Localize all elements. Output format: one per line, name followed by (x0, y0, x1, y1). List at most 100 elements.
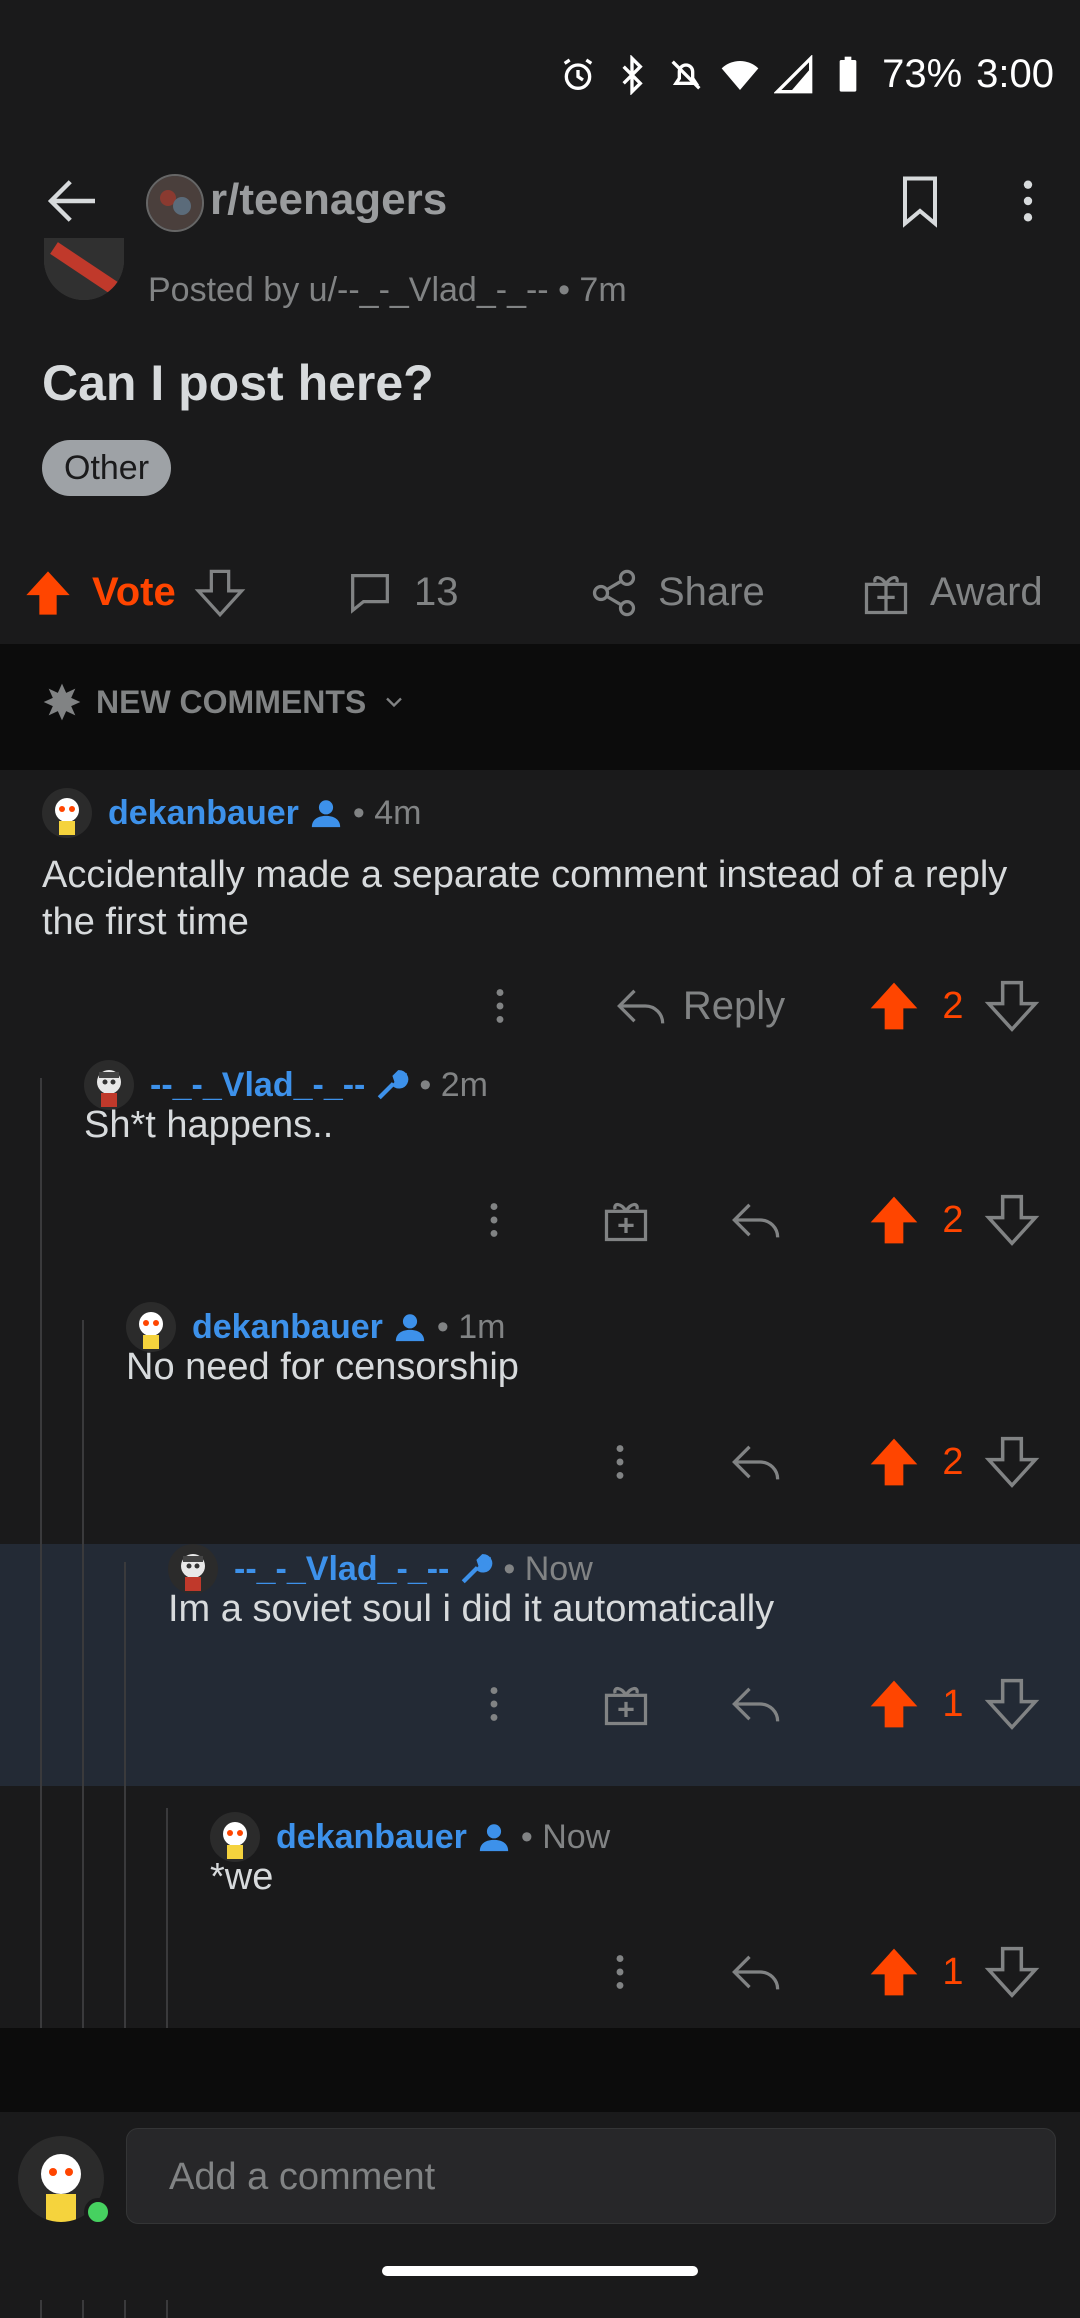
comment-username[interactable]: dekanbauer (108, 794, 299, 833)
comment-actions: 2 (0, 1180, 1080, 1260)
upvote-button[interactable] (866, 1422, 922, 1502)
award-icon (604, 1202, 648, 1242)
user-icon (311, 800, 341, 828)
share-icon (592, 569, 636, 616)
alarm-icon (563, 58, 593, 90)
mod-wrench-icon (462, 1554, 493, 1584)
sort-label: NEW COMMENTS (96, 683, 367, 720)
comment-time: • 2m (419, 1065, 488, 1104)
post-flair[interactable]: Other (42, 440, 172, 496)
reply-icon (732, 1203, 780, 1238)
share-label: Share (658, 570, 765, 614)
bookmark-icon (903, 176, 937, 228)
status-icons: 73% 3:00 (558, 52, 1054, 97)
vote-group: Vote (22, 545, 246, 640)
downvote-icon (984, 1678, 1040, 1730)
top-bar: r/teenagers (0, 150, 1080, 269)
user-icon (395, 1314, 425, 1342)
post-title: Can I post here? (42, 355, 434, 411)
comment-more-button[interactable] (464, 1664, 524, 1744)
comment: dekanbauer • 4m Accidentally made a sepa… (0, 770, 1080, 1032)
comment-more-button[interactable] (470, 966, 530, 1046)
reply-button[interactable]: Reply (610, 966, 790, 1046)
avatar[interactable] (42, 788, 92, 838)
award-button[interactable]: Award (860, 545, 1043, 640)
vote-label: Vote (92, 570, 176, 614)
comment-body: *we (210, 1856, 274, 1898)
online-status-dot (84, 2198, 112, 2226)
upvote-button[interactable] (866, 966, 922, 1046)
comment-actions: 1 (0, 1932, 1080, 2012)
comment-body: No need for censorship (126, 1346, 519, 1388)
more-vertical-icon (616, 1445, 624, 1479)
poster-avatar[interactable] (44, 238, 124, 300)
status-bar: 73% 3:00 (0, 0, 1080, 150)
posted-by[interactable]: Posted by u/--_-_Vlad_-_-- • 7m (148, 268, 627, 312)
comment-more-button[interactable] (590, 1422, 650, 1502)
comment-time: • Now (503, 1549, 593, 1588)
award-button[interactable] (596, 1664, 656, 1744)
downvote-button[interactable] (984, 1180, 1040, 1260)
battery-icon (839, 56, 857, 92)
comment-more-button[interactable] (464, 1180, 524, 1260)
upvote-button[interactable] (866, 1664, 922, 1744)
vote-score: 1 (942, 1950, 964, 1993)
downvote-button[interactable] (984, 966, 1040, 1046)
reply-button[interactable] (728, 1180, 784, 1260)
battery-percent: 73% (882, 52, 963, 96)
share-button[interactable]: Share (588, 545, 765, 640)
comment-input[interactable]: Add a comment (126, 2128, 1056, 2224)
upvote-icon (870, 982, 918, 1030)
user-icon (479, 1824, 509, 1852)
signal-icon (774, 54, 813, 93)
bookmark-button[interactable] (890, 168, 950, 234)
award-icon (864, 575, 908, 614)
comment-sort-button[interactable]: NEW COMMENTS (42, 682, 408, 722)
comments-button[interactable]: 13 (344, 545, 459, 640)
downvote-icon[interactable] (194, 567, 246, 619)
comment-body: Accidentally made a separate comment ins… (42, 854, 1008, 943)
reply-button[interactable] (728, 1932, 784, 2012)
comment-icon (351, 573, 389, 614)
subreddit-name[interactable]: r/teenagers (210, 170, 447, 230)
downvote-button[interactable] (984, 1422, 1040, 1502)
reply-button[interactable] (728, 1422, 784, 1502)
subreddit-avatar[interactable] (146, 174, 204, 232)
home-indicator[interactable] (382, 2266, 698, 2276)
comment-composer: Add a comment (0, 2112, 1080, 2300)
clock: 3:00 (976, 52, 1054, 96)
upvote-button[interactable] (866, 1932, 922, 2012)
vote-score: 1 (942, 1682, 964, 1725)
comment-body: Sh*t happens.. (84, 1104, 334, 1146)
comment-username[interactable]: --_-_Vlad_-_-- (150, 1066, 365, 1105)
mod-wrench-icon (378, 1070, 409, 1100)
upvote-icon (870, 1948, 918, 1996)
post-actions: Vote 13 Share Award (0, 545, 1080, 640)
comment-username[interactable]: --_-_Vlad_-_-- (234, 1550, 449, 1589)
downvote-icon (984, 1436, 1040, 1488)
reply-icon (732, 1955, 780, 1990)
comment-more-button[interactable] (590, 1932, 650, 2012)
downvote-button[interactable] (984, 1932, 1040, 2012)
upvote-icon[interactable] (22, 567, 74, 619)
comment-username[interactable]: dekanbauer (192, 1308, 383, 1347)
comment: dekanbauer • Now *we 1 (0, 1812, 1080, 2028)
comment-time: • 1m (436, 1307, 506, 1346)
comment-actions: Reply 2 (0, 966, 1080, 1046)
comment: dekanbauer • 1m No need for censorship 2 (0, 1302, 1080, 1538)
comment-sort-bar: NEW COMMENTS (0, 644, 1080, 770)
award-button[interactable] (596, 1180, 656, 1260)
reply-icon (616, 989, 665, 1024)
bluetooth-icon (622, 54, 643, 95)
back-button[interactable] (40, 168, 106, 234)
upvote-icon (870, 1438, 918, 1486)
downvote-button[interactable] (984, 1664, 1040, 1744)
reply-button[interactable] (728, 1664, 784, 1744)
reply-icon (732, 1687, 780, 1722)
comment-time: • 4m (352, 793, 422, 832)
comment-username[interactable]: dekanbauer (276, 1818, 467, 1857)
upvote-button[interactable] (866, 1180, 922, 1260)
more-options-button[interactable] (1000, 168, 1056, 234)
upvote-icon (870, 1680, 918, 1728)
more-vertical-icon (616, 1955, 624, 1989)
